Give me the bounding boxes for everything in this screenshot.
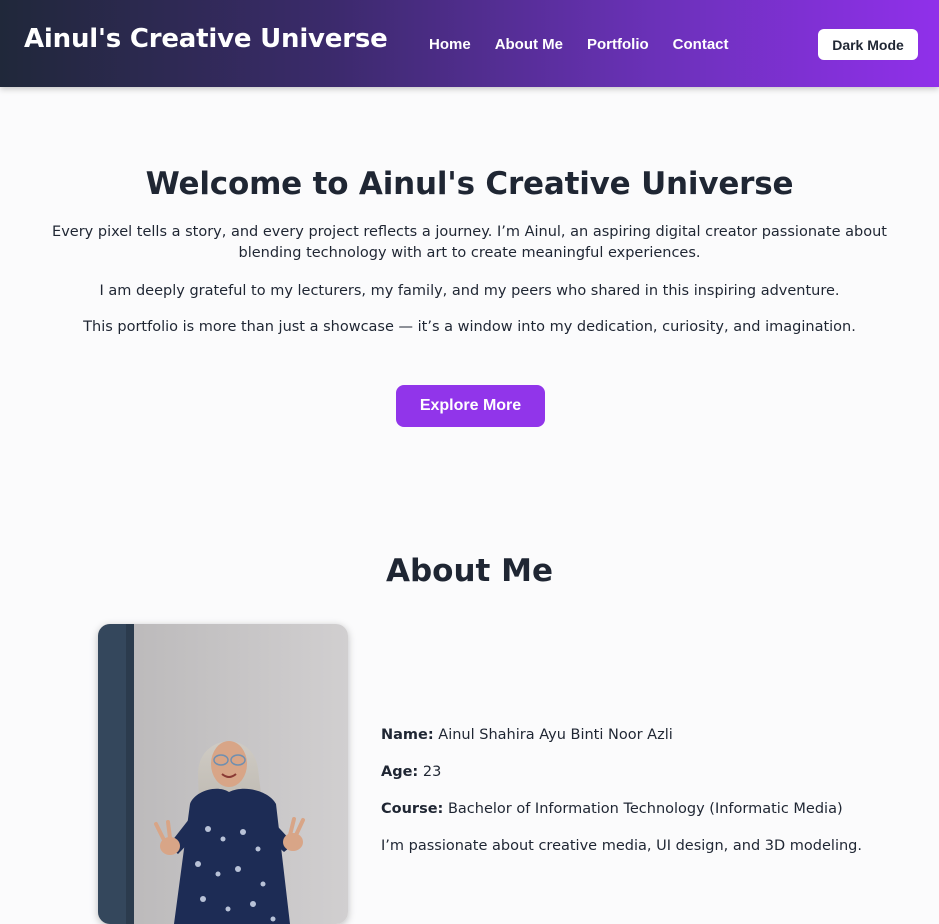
about-course: Course: Bachelor of Information Technolo…	[381, 801, 843, 817]
age-label: Age:	[381, 764, 419, 780]
name-value: Ainul Shahira Ayu Binti Noor Azli	[438, 727, 673, 743]
nav-home[interactable]: Home	[429, 36, 471, 53]
site-header: Ainul's Creative Universe Home About Me …	[0, 0, 939, 87]
explore-more-button[interactable]: Explore More	[396, 385, 545, 427]
hero-portfolio-paragraph: This portfolio is more than just a showc…	[83, 319, 856, 335]
hero-title: Welcome to Ainul's Creative Universe	[145, 166, 794, 202]
site-brand[interactable]: Ainul's Creative Universe	[24, 24, 388, 54]
about-name: Name: Ainul Shahira Ayu Binti Noor Azli	[381, 727, 673, 743]
course-value: Bachelor of Information Technology (Info…	[447, 801, 843, 817]
nav-portfolio[interactable]: Portfolio	[587, 36, 649, 53]
hero-intro-paragraph: Every pixel tells a story, and every pro…	[52, 224, 887, 261]
name-label: Name:	[381, 727, 434, 743]
age-value: 23	[422, 764, 442, 780]
hero-gratitude-paragraph: I am deeply grateful to my lecturers, my…	[99, 283, 840, 299]
about-bio: I’m passionate about creative media, UI …	[381, 838, 862, 854]
nav-contact[interactable]: Contact	[673, 36, 729, 53]
about-age: Age: 23	[381, 764, 441, 780]
main-nav: Home About Me Portfolio Contact	[429, 36, 729, 53]
dark-mode-button[interactable]: Dark Mode	[818, 29, 918, 60]
nav-about-me[interactable]: About Me	[495, 36, 563, 53]
course-label: Course:	[381, 801, 444, 817]
about-title: About Me	[385, 553, 554, 589]
profile-photo	[98, 624, 348, 924]
